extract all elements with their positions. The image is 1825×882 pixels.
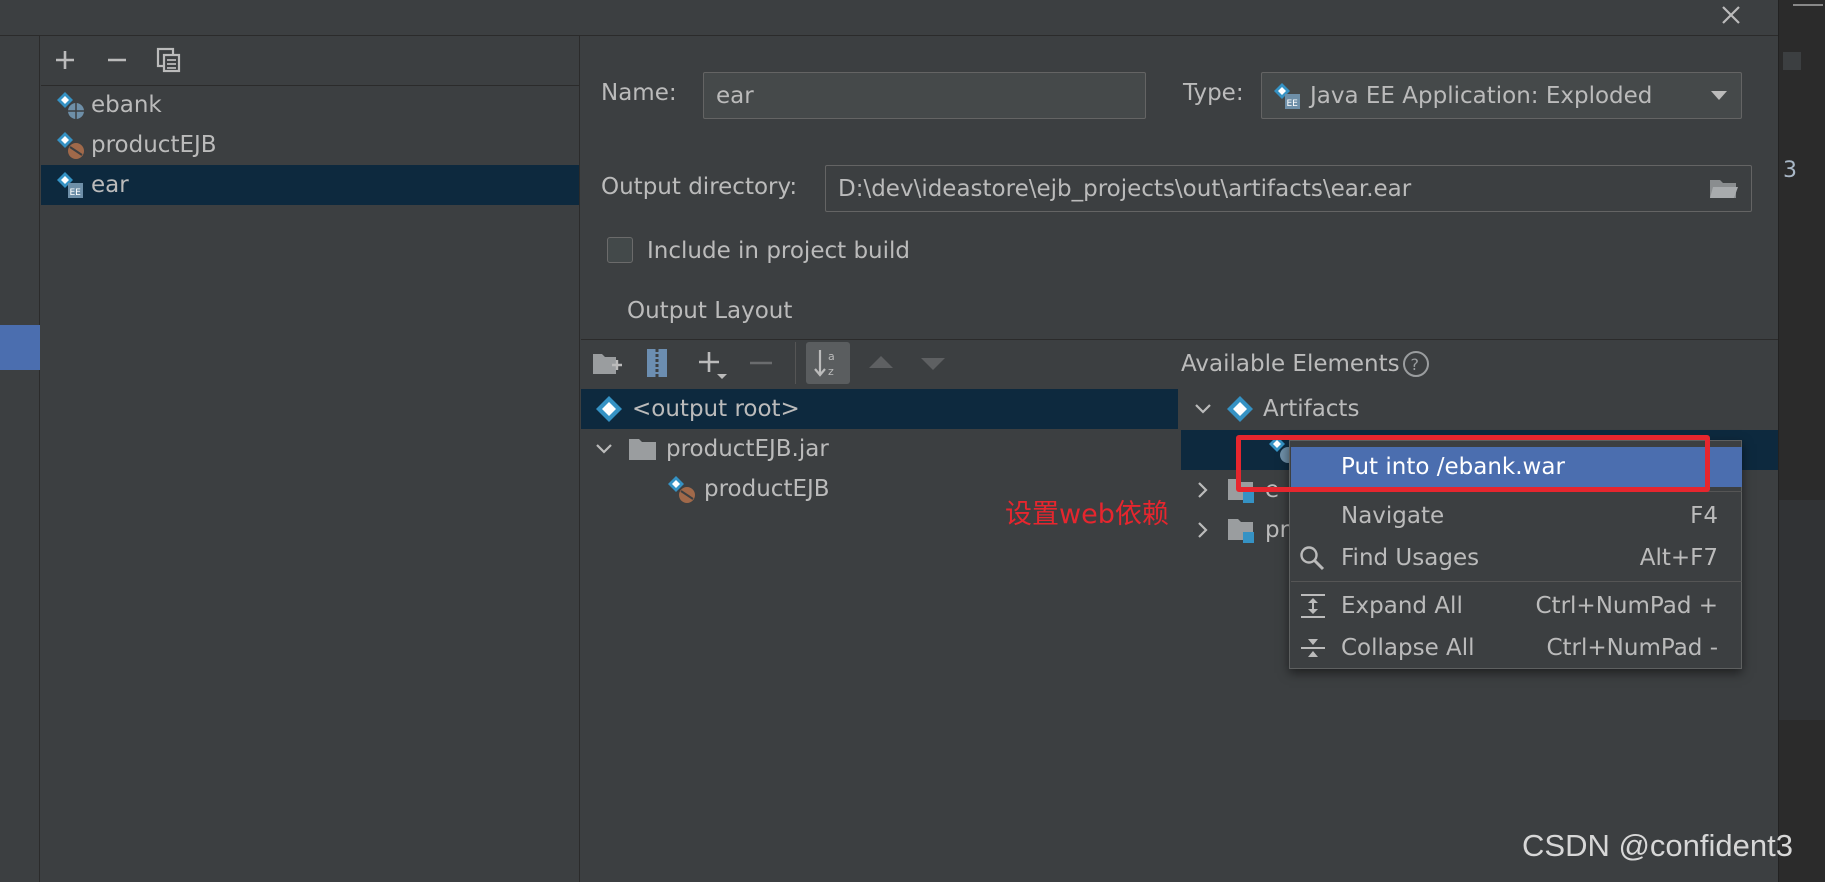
minimize-icon	[1793, 4, 1823, 6]
menu-item-navigate[interactable]: Navigate F4	[1291, 496, 1742, 536]
svg-text:EE: EE	[70, 188, 82, 198]
type-select-value: Java EE Application: Exploded	[1310, 82, 1653, 109]
type-label: Type:	[1183, 80, 1244, 106]
artifact-diamond-icon	[1225, 394, 1255, 424]
copy-icon[interactable]	[155, 46, 183, 74]
toolbar-separator	[795, 342, 796, 384]
tab-output-layout[interactable]: Output Layout	[627, 298, 792, 324]
include-in-build-label: Include in project build	[647, 238, 911, 264]
ear-artifact-icon: EE	[1272, 81, 1302, 111]
menu-item-shortcut: Ctrl+NumPad -	[1546, 635, 1718, 661]
chevron-right-icon[interactable]	[1193, 520, 1213, 540]
chevron-down-icon[interactable]	[1193, 399, 1213, 419]
artifact-item-ear[interactable]: EE ear	[41, 165, 579, 205]
menu-item-expand-all[interactable]: Expand All Ctrl+NumPad +	[1291, 586, 1742, 626]
expand-all-icon	[1300, 593, 1326, 619]
close-icon[interactable]	[1718, 2, 1744, 28]
menu-item-put-into[interactable]: Put into /ebank.war	[1291, 447, 1742, 487]
settings-nav-selected-item[interactable]	[0, 325, 40, 370]
tree-item-label: pr	[1265, 517, 1290, 543]
name-label: Name:	[601, 80, 677, 106]
available-elements-header: Available Elements ?	[1181, 350, 1430, 378]
menu-item-label: Expand All	[1341, 593, 1463, 619]
editor-gutter-marker	[1783, 52, 1801, 70]
tree-item-label: <output root>	[632, 396, 800, 422]
menu-item-label: Collapse All	[1341, 635, 1475, 661]
ejb-artifact-icon	[55, 130, 85, 160]
move-up-icon[interactable]	[868, 355, 894, 369]
include-in-build-checkbox[interactable]	[607, 237, 633, 263]
chevron-down-icon[interactable]	[594, 439, 614, 459]
artifact-label: ear	[91, 172, 129, 198]
tree-item-jar[interactable]: productEJB.jar	[594, 429, 829, 469]
ejb-artifact-icon	[666, 474, 696, 504]
settings-nav-sidebar	[0, 36, 40, 882]
menu-item-shortcut: Ctrl+NumPad +	[1535, 593, 1719, 619]
output-directory-label: Output directory:	[601, 174, 798, 200]
svg-text:?: ?	[1410, 355, 1419, 374]
context-menu: Put into /ebank.war Navigate F4 Find Usa…	[1289, 440, 1742, 669]
available-elements-title: Available Elements	[1181, 351, 1400, 377]
svg-text:z: z	[828, 365, 834, 378]
collapse-all-icon	[1300, 635, 1326, 661]
web-artifact-icon	[55, 90, 85, 120]
sort-alphabetically-icon[interactable]: a z	[806, 342, 850, 384]
dialog-title-bar	[0, 0, 1778, 36]
annotation-text: 设置web依赖	[1005, 499, 1169, 530]
menu-separator	[1291, 581, 1742, 582]
chevron-down-icon	[1711, 91, 1727, 101]
menu-item-shortcut: Alt+F7	[1639, 545, 1718, 571]
browse-folder-icon[interactable]	[1709, 177, 1739, 201]
available-tree-module-2[interactable]: pr	[1193, 510, 1289, 550]
menu-item-label: Find Usages	[1341, 545, 1480, 571]
module-folder-icon	[1227, 516, 1257, 544]
tree-item-productEJB[interactable]: productEJB	[666, 469, 830, 509]
menu-item-find-usages[interactable]: Find Usages Alt+F7	[1291, 538, 1742, 578]
type-select[interactable]: EE Java EE Application: Exploded	[1261, 72, 1742, 119]
name-input[interactable]: ear	[703, 72, 1146, 119]
tree-item-label: productEJB.jar	[666, 436, 829, 462]
menu-item-label: Navigate	[1341, 503, 1445, 529]
editor-background-strip: 3	[1778, 0, 1825, 882]
archive-icon[interactable]	[645, 348, 671, 378]
plus-icon[interactable]	[51, 46, 79, 74]
menu-separator	[1291, 491, 1742, 492]
watermark: CSDN @confident3	[1522, 828, 1793, 863]
divider	[581, 339, 1778, 340]
module-folder-icon	[1227, 476, 1257, 504]
ear-artifact-icon: EE	[55, 170, 85, 200]
artifact-label: ebank	[91, 92, 162, 118]
svg-text:EE: EE	[1287, 99, 1299, 109]
artifact-label: productEJB	[91, 132, 217, 158]
artifact-diamond-icon	[594, 394, 624, 424]
add-copy-of-icon[interactable]	[697, 350, 729, 382]
artifact-item-ebank[interactable]: ebank	[41, 85, 579, 125]
menu-item-collapse-all[interactable]: Collapse All Ctrl+NumPad -	[1291, 628, 1742, 668]
tree-item-label: Artifacts	[1263, 396, 1360, 422]
remove-icon[interactable]	[750, 360, 772, 366]
chevron-right-icon[interactable]	[1193, 480, 1213, 500]
minus-icon[interactable]	[103, 46, 131, 74]
move-down-icon[interactable]	[920, 357, 946, 371]
artifact-item-productEJB[interactable]: productEJB	[41, 125, 579, 165]
editor-line-number: 3	[1783, 158, 1797, 183]
editor-panel	[1779, 500, 1825, 720]
output-directory-value: D:\dev\ideastore\ejb_projects\out\artifa…	[838, 175, 1412, 202]
svg-text:a: a	[828, 350, 835, 363]
available-tree-module-1[interactable]: e	[1193, 470, 1279, 510]
create-directory-icon[interactable]	[592, 350, 622, 378]
tree-item-label: productEJB	[704, 476, 830, 502]
folder-icon	[628, 436, 658, 462]
output-directory-input[interactable]: D:\dev\ideastore\ejb_projects\out\artifa…	[825, 165, 1752, 212]
tree-item-label: e	[1265, 477, 1280, 503]
tree-item-output-root[interactable]: <output root>	[594, 389, 800, 429]
available-tree-artifacts[interactable]: Artifacts	[1193, 389, 1359, 429]
menu-item-label: Put into /ebank.war	[1341, 454, 1565, 480]
menu-item-shortcut: F4	[1690, 503, 1718, 529]
help-icon[interactable]: ?	[1402, 350, 1430, 378]
search-icon	[1299, 545, 1325, 571]
artifact-list-toolbar	[41, 38, 580, 86]
